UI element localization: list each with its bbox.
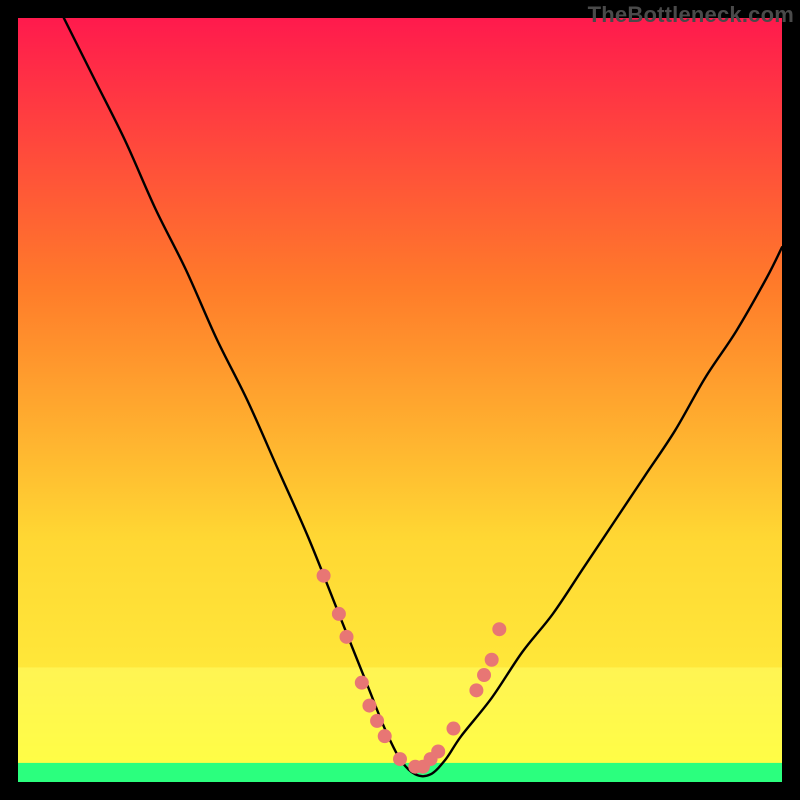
marker-dot [355,676,369,690]
chart-frame [18,18,782,782]
yellow-band [18,667,782,766]
marker-dot [393,752,407,766]
marker-dot [340,630,354,644]
marker-dot [485,653,499,667]
marker-dot [378,729,392,743]
marker-dot [317,569,331,583]
chart-svg [18,18,782,782]
marker-dot [446,722,460,736]
marker-dot [332,607,346,621]
marker-dot [362,699,376,713]
marker-dot [431,744,445,758]
marker-dot [477,668,491,682]
marker-dot [492,622,506,636]
marker-dot [370,714,384,728]
marker-dot [469,683,483,697]
